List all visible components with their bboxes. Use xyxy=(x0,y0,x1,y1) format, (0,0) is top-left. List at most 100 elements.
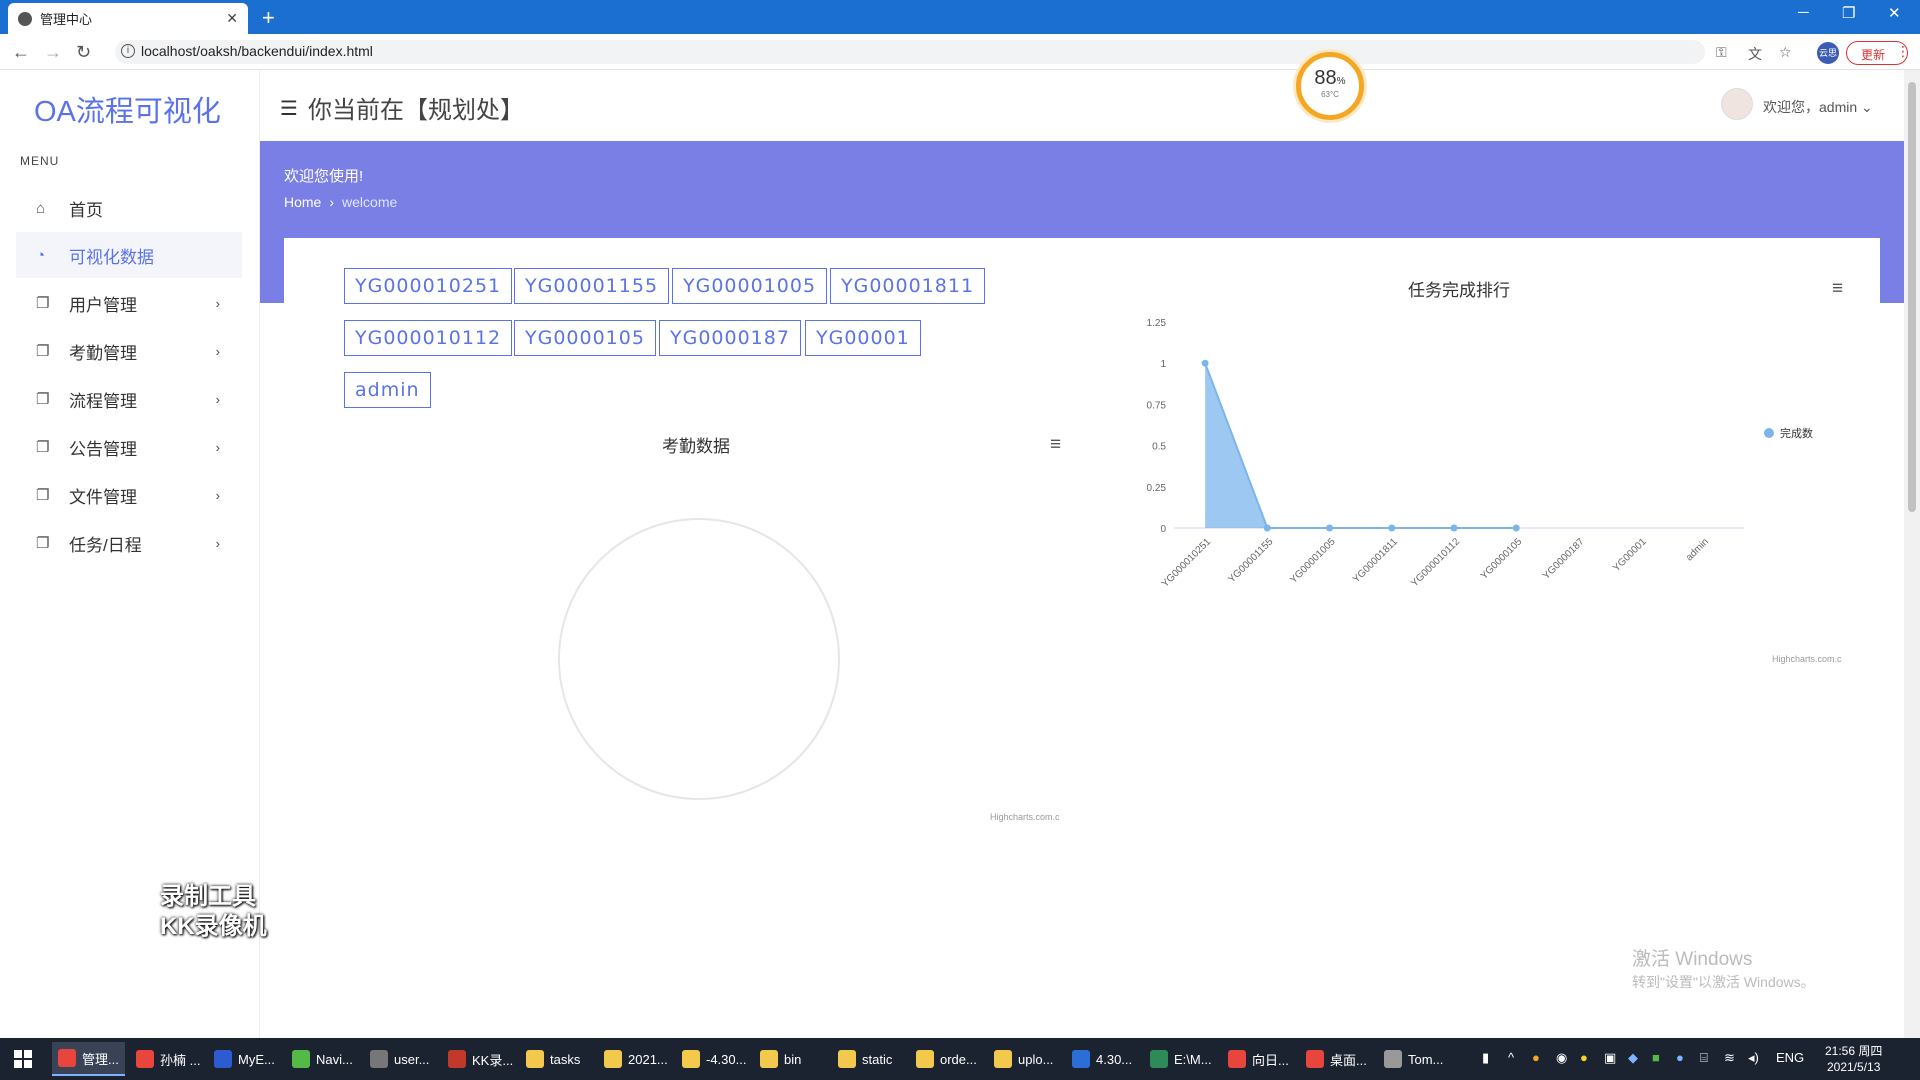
employee-tag[interactable]: YG000010112 xyxy=(344,320,513,356)
close-tab-icon[interactable]: ✕ xyxy=(226,10,238,27)
taskbar-app[interactable]: E:\M... xyxy=(1144,1042,1218,1076)
app-icon xyxy=(526,1050,544,1068)
watermark-line: KK录像机 xyxy=(160,913,267,940)
sidebar-item-tasks[interactable]: ❐ 任务/日程 › xyxy=(16,520,242,566)
sidebar-item-attendance[interactable]: ❐ 考勤管理 › xyxy=(16,328,242,374)
taskbar-app[interactable]: 桌面... xyxy=(1300,1042,1373,1076)
breadcrumb: Home › welcome xyxy=(284,194,397,210)
star-icon[interactable]: ☆ xyxy=(1779,44,1792,61)
user-menu[interactable]: 欢迎您，admin ⌄ xyxy=(1763,97,1873,117)
profile-avatar[interactable]: 云思 xyxy=(1817,42,1839,64)
tray-app-icon[interactable]: ● xyxy=(1580,1050,1588,1065)
tray-app-icon[interactable]: ● xyxy=(1532,1050,1540,1065)
page-scrollbar[interactable] xyxy=(1904,70,1920,1038)
taskbar-app-label: 4.30... xyxy=(1096,1051,1133,1067)
pie-outline xyxy=(558,518,840,800)
app-icon xyxy=(448,1050,466,1068)
chevron-right-icon: › xyxy=(215,439,220,455)
scrollbar-thumb[interactable] xyxy=(1908,82,1916,512)
employee-tag[interactable]: YG00001155 xyxy=(514,268,670,304)
avatar[interactable] xyxy=(1721,88,1753,120)
sidebar-item-label: 公告管理 xyxy=(69,439,137,459)
chart-credit[interactable]: Highcharts.com.c xyxy=(1772,654,1842,664)
chart-menu-icon[interactable]: ≡ xyxy=(1050,434,1061,456)
taskbar-app[interactable]: Tom... xyxy=(1378,1042,1449,1076)
close-window-icon[interactable]: ✕ xyxy=(1888,4,1901,22)
wifi-icon[interactable]: ≋ xyxy=(1724,1050,1735,1066)
x-tick-label: YG00001811 xyxy=(1351,536,1400,585)
employee-tag[interactable]: YG00001811 xyxy=(830,268,986,304)
employee-tag[interactable]: YG0000187 xyxy=(659,320,801,356)
tray-app-icon[interactable]: ■ xyxy=(1652,1050,1660,1065)
taskbar-app[interactable]: 2021... xyxy=(598,1042,674,1076)
chart-credit[interactable]: Highcharts.com.c xyxy=(990,812,1060,822)
key-icon[interactable]: ⚿ xyxy=(1716,44,1727,61)
legend-marker xyxy=(1764,428,1774,438)
taskbar-app[interactable]: 向日... xyxy=(1222,1042,1295,1076)
employee-tag[interactable]: YG0000105 xyxy=(514,320,656,356)
chevron-down-icon: ⌄ xyxy=(1861,99,1873,115)
tray-app-icon[interactable]: ◆ xyxy=(1628,1050,1638,1066)
sidebar-item-home[interactable]: ⌂ 首页 xyxy=(16,185,242,231)
app-icon xyxy=(292,1050,310,1068)
taskbar-app[interactable]: KK录... xyxy=(442,1042,519,1076)
tray-expand-icon[interactable]: ^ xyxy=(1508,1050,1514,1065)
employee-tag[interactable]: YG00001 xyxy=(805,320,921,356)
taskbar-app[interactable]: bin xyxy=(754,1042,807,1076)
taskbar-app[interactable]: MyE... xyxy=(208,1042,281,1076)
taskbar-app[interactable]: orde... xyxy=(910,1042,983,1076)
sidebar-item-files[interactable]: ❐ 文件管理 › xyxy=(16,472,242,518)
browser-menu-icon[interactable]: ⋮ xyxy=(1896,43,1910,60)
taskbar-app[interactable]: uplo... xyxy=(988,1042,1059,1076)
tray-app-icon[interactable]: ▣ xyxy=(1604,1050,1616,1066)
chevron-right-icon: › xyxy=(215,343,220,359)
employee-tag[interactable]: YG00001005 xyxy=(672,268,828,304)
url-field[interactable]: i localhost/oaksh/backendui/index.html xyxy=(115,40,1705,64)
minimize-icon[interactable]: ─ xyxy=(1798,4,1809,21)
taskbar-app[interactable]: user... xyxy=(364,1042,435,1076)
breadcrumb-home[interactable]: Home xyxy=(284,194,321,210)
volume-icon[interactable]: ◂) xyxy=(1748,1050,1759,1066)
forward-icon[interactable]: → xyxy=(44,42,62,63)
tray-app-icon[interactable]: ● xyxy=(1676,1050,1684,1065)
x-tick-label: YG00001005 xyxy=(1288,536,1338,586)
chart-menu-icon[interactable]: ≡ xyxy=(1832,278,1843,300)
battery-icon[interactable]: ▮ xyxy=(1482,1050,1489,1066)
taskbar-app[interactable]: static xyxy=(832,1042,898,1076)
sidebar-item-visual-data[interactable]: ◔ 可视化数据 xyxy=(16,232,242,278)
reload-icon[interactable]: ↻ xyxy=(76,42,91,63)
x-tick-label: YG0000105 xyxy=(1479,536,1525,582)
taskbar-app[interactable]: Navi... xyxy=(286,1042,359,1076)
taskbar-app[interactable]: 4.30... xyxy=(1066,1042,1138,1076)
restore-icon[interactable]: ❐ xyxy=(1842,4,1855,22)
employee-tag[interactable]: admin xyxy=(344,372,431,408)
app-icon xyxy=(1228,1050,1246,1068)
input-language[interactable]: ENG xyxy=(1776,1050,1804,1065)
taskbar-app[interactable]: 管理... xyxy=(52,1042,125,1076)
copy-icon: ❐ xyxy=(36,487,50,504)
app-icon xyxy=(916,1050,934,1068)
hamburger-icon[interactable]: ☰ xyxy=(280,96,298,121)
windows-start-icon[interactable] xyxy=(14,1050,32,1068)
taskbar-app[interactable]: tasks xyxy=(520,1042,586,1076)
sidebar-item-process[interactable]: ❐ 流程管理 › xyxy=(16,376,242,422)
info-icon[interactable]: i xyxy=(121,44,135,58)
back-icon[interactable]: ← xyxy=(12,42,30,63)
sidebar-item-notices[interactable]: ❐ 公告管理 › xyxy=(16,424,242,470)
tray-app-icon[interactable]: ◉ xyxy=(1556,1050,1567,1066)
app-icon xyxy=(58,1049,76,1067)
employee-tag[interactable]: YG000010251 xyxy=(344,268,513,304)
legend-label: 完成数 xyxy=(1780,426,1813,440)
tray-app-icon[interactable]: ⌸ xyxy=(1700,1050,1708,1066)
sidebar-item-users[interactable]: ❐ 用户管理 › xyxy=(16,280,242,326)
x-tick-label: YG00001155 xyxy=(1227,536,1276,585)
new-tab-icon[interactable]: + xyxy=(262,5,275,31)
browser-tab[interactable]: 管理中心 ✕ xyxy=(8,3,248,34)
user-welcome-text: 欢迎您，admin xyxy=(1763,99,1858,115)
chevron-right-icon: › xyxy=(329,194,335,210)
taskbar-app[interactable]: -4.30... xyxy=(676,1042,752,1076)
translate-icon[interactable]: 文 xyxy=(1748,44,1762,64)
sidebar-item-label: 任务/日程 xyxy=(69,535,142,555)
taskbar-app[interactable]: 孙楠 ... xyxy=(130,1042,206,1076)
system-clock[interactable]: 21:56 周四 2021/5/13 xyxy=(1825,1043,1882,1075)
